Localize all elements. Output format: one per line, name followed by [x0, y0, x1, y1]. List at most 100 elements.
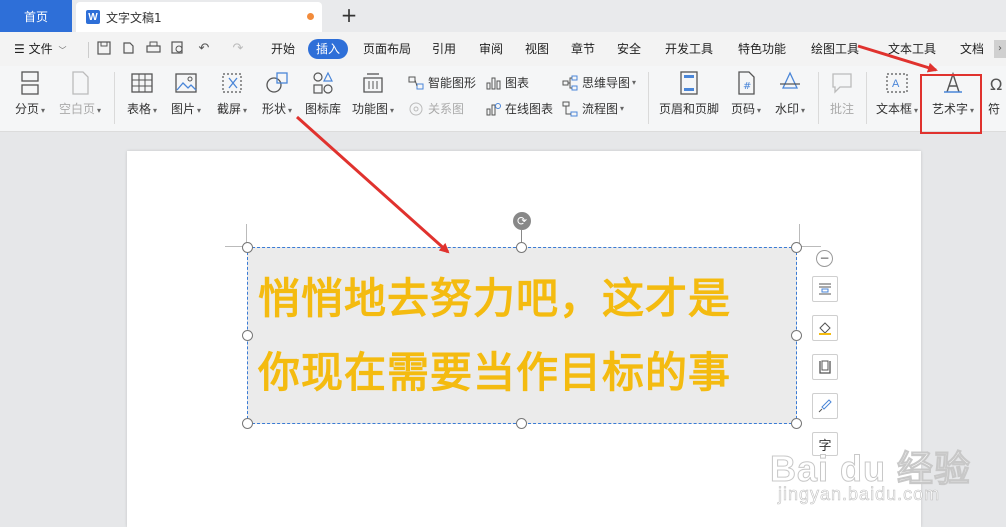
- paint-bucket-icon: [819, 322, 831, 335]
- menu-item-start[interactable]: 开始: [271, 40, 295, 58]
- export-icon[interactable]: [120, 41, 136, 57]
- menu-item-insert[interactable]: 插入: [308, 39, 349, 59]
- function-chart-button[interactable]: 功能图 ▾: [350, 70, 396, 117]
- page-break-label: 分页: [14, 102, 39, 116]
- text-box-label: 文本框: [875, 102, 912, 116]
- resize-handle-top[interactable]: [516, 242, 527, 253]
- menu-item-page-layout[interactable]: 页面布局: [363, 40, 411, 58]
- save-icon[interactable]: [96, 41, 112, 57]
- symbol-label: 符: [988, 102, 1001, 116]
- page-number-label: 页码: [730, 102, 755, 116]
- relation-chart-button[interactable]: 关系图: [408, 100, 464, 118]
- comment-button[interactable]: 批注: [826, 70, 858, 117]
- tab-document[interactable]: W 文字文稿1: [76, 2, 322, 32]
- unsaved-dot-icon: [307, 13, 314, 20]
- new-tab-plus-icon[interactable]: +: [338, 3, 360, 27]
- layout-options-button[interactable]: [812, 276, 838, 302]
- menu-item-drawing-tools[interactable]: 绘图工具: [811, 40, 859, 58]
- menu-item-developer[interactable]: 开发工具: [665, 40, 713, 58]
- shapes-button[interactable]: 形状 ▾: [258, 70, 296, 117]
- menu-item-review[interactable]: 审阅: [479, 40, 503, 58]
- shape-outline-icon: [819, 360, 831, 374]
- ribbon-insert: 分页 ▾ 空白页 ▾ 表格 ▾ 图片 ▾ 截屏 ▾ 形状 ▾ 图标库 功能图 ▾ 智能图形 关…: [0, 66, 1006, 132]
- online-chart-label: 在线图表: [505, 102, 554, 116]
- comment-icon: [832, 73, 852, 94]
- resize-handle-bottom[interactable]: [516, 418, 527, 429]
- menu-item-special-features[interactable]: 特色功能: [738, 40, 786, 58]
- rotate-handle-stem: [521, 230, 522, 242]
- menu-item-document[interactable]: 文档: [960, 40, 984, 58]
- menu-scroll-right-icon[interactable]: ›: [994, 40, 1006, 58]
- screenshot-label: 截屏: [216, 102, 241, 116]
- page-number-icon: #: [738, 71, 755, 95]
- picture-button[interactable]: 图片 ▾: [168, 70, 204, 117]
- mind-map-button[interactable]: 思维导图 ▾: [562, 74, 636, 92]
- collapse-toolbar-icon[interactable]: −: [816, 250, 833, 267]
- hamburger-icon: ☰: [14, 42, 25, 56]
- brush-icon: [818, 399, 832, 413]
- watermark-label: 水印: [774, 102, 799, 116]
- shapes-icon: [266, 72, 288, 93]
- resize-handle-top-right[interactable]: [791, 242, 802, 253]
- watermark-icon: [780, 71, 800, 89]
- svg-text:Ω: Ω: [990, 75, 1002, 94]
- header-footer-icon: [680, 71, 698, 95]
- symbol-icon: Ω: [990, 75, 1002, 94]
- resize-handle-right[interactable]: [791, 330, 802, 341]
- redo-icon[interactable]: ↷: [230, 41, 246, 57]
- baidu-jingyan-watermark: Bai du 经验 jingyan.baidu.com: [769, 440, 1000, 520]
- symbol-button[interactable]: Ω 符: [988, 70, 1006, 117]
- undo-icon[interactable]: ↶: [196, 41, 212, 57]
- resize-handle-bottom-right[interactable]: [791, 418, 802, 429]
- page-break-button[interactable]: 分页 ▾: [12, 70, 48, 117]
- menu-item-security[interactable]: 安全: [617, 40, 641, 58]
- comment-label: 批注: [829, 102, 854, 116]
- format-painter-button[interactable]: [812, 393, 838, 419]
- ribbon-divider: [818, 72, 819, 124]
- menu-item-text-tools[interactable]: 文本工具: [888, 40, 936, 58]
- ribbon-divider: [648, 72, 649, 124]
- file-menu[interactable]: ☰ 文件 ﹀: [14, 40, 66, 58]
- tab-home[interactable]: 首页: [0, 0, 72, 32]
- table-button[interactable]: 表格 ▾: [124, 70, 160, 117]
- picture-icon: [175, 73, 197, 93]
- icon-library-icon: [313, 71, 333, 94]
- header-footer-button[interactable]: 页眉和页脚: [658, 70, 720, 117]
- screenshot-button[interactable]: 截屏 ▾: [213, 70, 251, 117]
- shapes-label: 形状: [261, 102, 286, 116]
- flowchart-icon: [562, 101, 578, 117]
- smart-shape-label: 智能图形: [428, 76, 477, 90]
- resize-handle-top-left[interactable]: [242, 242, 253, 253]
- text-box-icon: A: [886, 73, 908, 93]
- smart-shape-button[interactable]: 智能图形: [408, 74, 476, 92]
- tab-bar: 首页 W 文字文稿1 +: [0, 0, 1006, 32]
- flowchart-label: 流程图: [582, 102, 619, 116]
- flowchart-button[interactable]: 流程图 ▾: [562, 100, 624, 118]
- file-menu-label: 文件: [28, 42, 53, 56]
- online-chart-button[interactable]: 在线图表: [485, 100, 553, 118]
- icon-library-button[interactable]: 图标库: [303, 70, 343, 117]
- ribbon-divider: [866, 72, 867, 124]
- fill-color-button[interactable]: [812, 315, 838, 341]
- blank-page-button[interactable]: 空白页 ▾: [56, 70, 104, 117]
- function-chart-icon: [363, 73, 383, 93]
- menu-item-view[interactable]: 视图: [525, 40, 549, 58]
- menu-item-section[interactable]: 章节: [571, 40, 595, 58]
- chart-button[interactable]: 图表: [485, 74, 529, 92]
- word-art-text[interactable]: 悄悄地去努力吧，这才是 你现在需要当作目标的事: [258, 262, 788, 410]
- text-box-button[interactable]: A 文本框 ▾: [874, 70, 920, 117]
- print-icon[interactable]: [145, 41, 161, 57]
- resize-handle-bottom-left[interactable]: [242, 418, 253, 429]
- text-wrap-icon: [819, 283, 831, 295]
- page-number-button[interactable]: # 页码 ▾: [728, 70, 764, 117]
- outline-button[interactable]: [812, 354, 838, 380]
- table-icon: [131, 73, 153, 93]
- blank-page-icon: [72, 71, 89, 95]
- print-preview-icon[interactable]: [170, 41, 186, 57]
- menu-item-references[interactable]: 引用: [432, 40, 456, 58]
- word-art-line-1: 悄悄地去努力吧，这才是: [258, 274, 732, 323]
- watermark-button[interactable]: 水印 ▾: [772, 70, 808, 117]
- word-art-text-box[interactable]: 悄悄地去努力吧，这才是 你现在需要当作目标的事: [247, 247, 797, 424]
- rotate-handle-icon[interactable]: ⟳: [513, 212, 531, 230]
- resize-handle-left[interactable]: [242, 330, 253, 341]
